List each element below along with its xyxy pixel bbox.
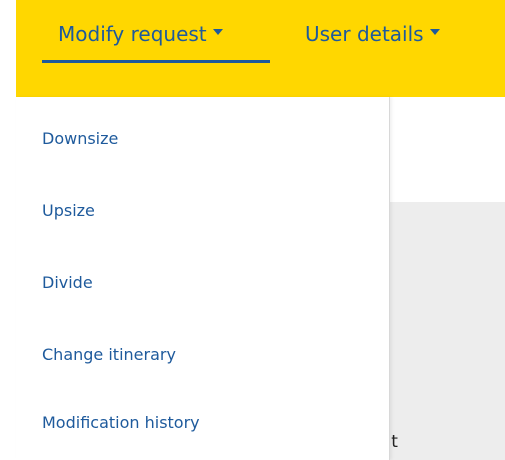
menu-item-upsize[interactable]: Upsize: [42, 201, 95, 220]
background-panel: [390, 202, 505, 460]
menu-item-divide[interactable]: Divide: [42, 273, 93, 292]
active-nav-underline: [42, 60, 270, 63]
caret-down-icon: [429, 29, 440, 35]
nav-modify-request-label: Modify request: [58, 22, 207, 46]
top-navbar: Modify request User details: [16, 0, 505, 97]
menu-item-change-itinerary[interactable]: Change itinerary: [42, 345, 176, 364]
caret-down-icon: [212, 29, 223, 35]
menu-item-modification-history[interactable]: Modification history: [42, 413, 200, 432]
nav-user-details-label: User details: [305, 22, 424, 46]
menu-item-downsize[interactable]: Downsize: [42, 129, 118, 148]
nav-modify-request[interactable]: Modify request: [58, 19, 223, 49]
nav-user-details[interactable]: User details: [305, 19, 440, 49]
page: ent Modify request User details Downsize…: [0, 0, 505, 460]
modify-request-dropdown: Downsize Upsize Divide Change itinerary …: [16, 97, 390, 460]
